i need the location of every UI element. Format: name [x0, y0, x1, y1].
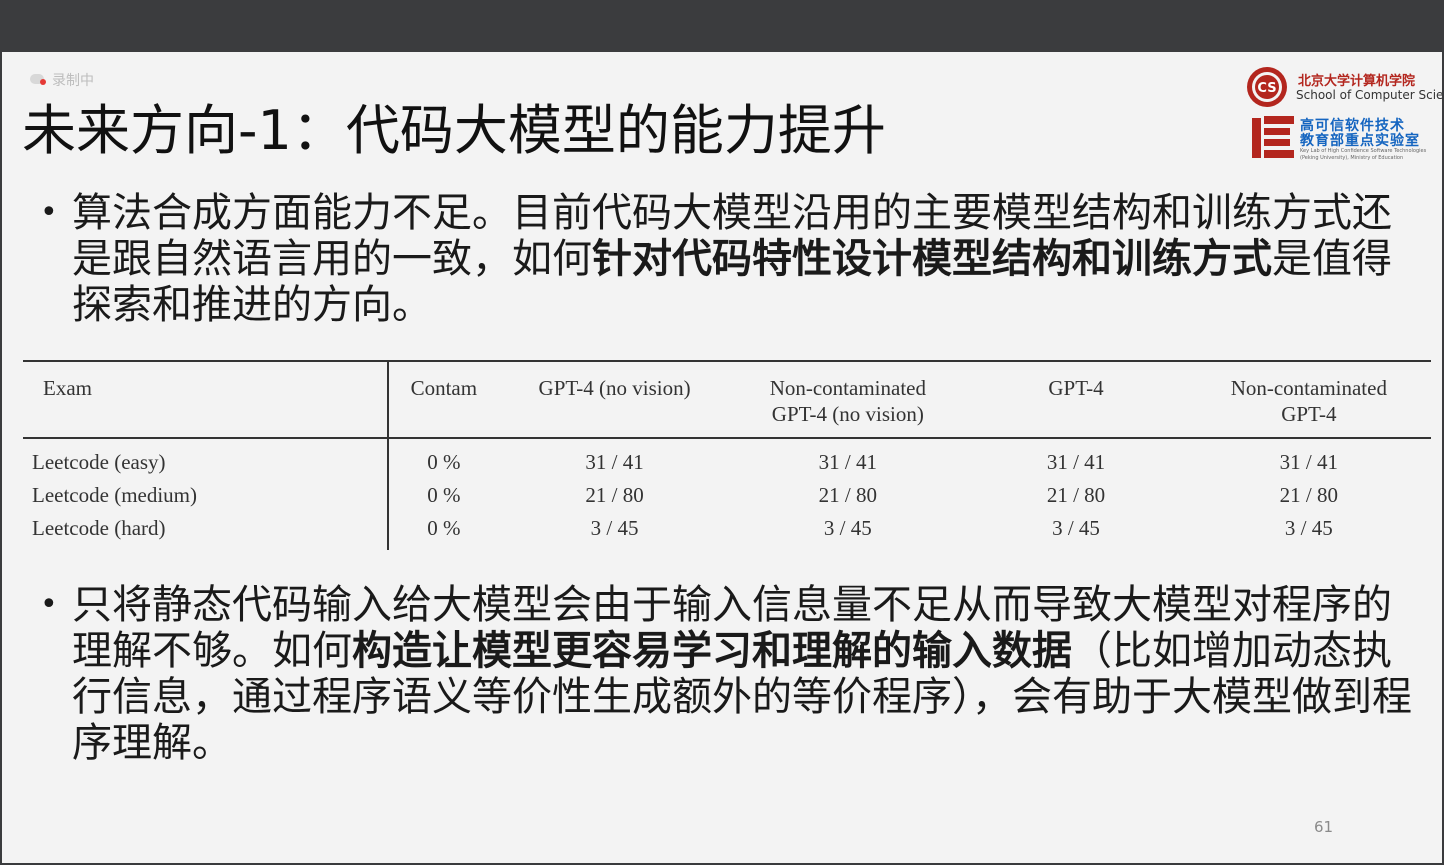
- table-row: Leetcode (hard) 0 % 3 / 45 3 / 45 3 / 45…: [23, 512, 1431, 550]
- slide-title: 未来方向-1：代码大模型的能力提升: [22, 99, 886, 162]
- header-gpt4: GPT-4: [965, 361, 1186, 438]
- slide: 录制中 未来方向-1：代码大模型的能力提升 CS 北京大学计算机学院 Schoo…: [2, 52, 1442, 863]
- table-cell: 21 / 80: [585, 483, 644, 507]
- table-cell: Leetcode (hard): [23, 512, 389, 550]
- table-cell: 31 / 41: [1279, 450, 1338, 474]
- lab-name-en-line1: Key Lab of High Confidence Software Tech…: [1300, 148, 1427, 154]
- table-cell: 3 / 45: [590, 516, 639, 540]
- bullet-text: 算法合成方面能力不足。目前代码大模型沿用的主要模型结构和训练方式还是跟自然语言用…: [72, 190, 1420, 328]
- institution-logos: CS 北京大学计算机学院 School of Computer Science …: [1246, 64, 1442, 164]
- table-cell: 21 / 80: [1279, 483, 1338, 507]
- bullet-text: 只将静态代码输入给大模型会由于输入信息量不足从而导致大模型对程序的理解不够。如何…: [72, 582, 1420, 766]
- header-line: GPT-4 (no vision): [538, 376, 691, 400]
- bullet-dot: •: [40, 587, 58, 622]
- header-line: GPT-4: [1281, 402, 1337, 426]
- table-cell: 3 / 45: [823, 516, 872, 540]
- header-noncontaminated-gpt4-no-vision: Non-contaminated GPT-4 (no vision): [730, 361, 965, 438]
- header-exam: Exam: [23, 361, 389, 438]
- pku-cs-logo-icon: CS: [1247, 67, 1287, 107]
- header-gpt4-no-vision: GPT-4 (no vision): [499, 361, 731, 438]
- lab-name-cn-line2: 教育部重点实验室: [1300, 133, 1420, 149]
- header-line: Non-contaminated: [1230, 376, 1387, 400]
- lab-logo-icon: [1252, 116, 1294, 158]
- table-cell: 21 / 80: [1046, 483, 1106, 507]
- table-cell: 31 / 41: [818, 450, 878, 474]
- header-line: GPT-4: [1048, 376, 1104, 400]
- table-cell: 21 / 80: [818, 483, 878, 507]
- header-line: Exam: [43, 376, 92, 400]
- table-cell: Leetcode (medium): [23, 479, 389, 512]
- page-number: 61: [1314, 818, 1334, 836]
- table-row: Leetcode (easy) 0 % 31 / 41 31 / 41 31 /…: [23, 438, 1431, 479]
- bullet-algorithm-synthesis: • 算法合成方面能力不足。目前代码大模型沿用的主要模型结构和训练方式还是跟自然语…: [40, 190, 1420, 328]
- header-contam: Contam: [388, 361, 499, 438]
- school-name-en: School of Computer Science: [1296, 88, 1442, 102]
- header-line: Contam: [410, 376, 478, 400]
- bullet-text-emphasis: 构造让模型更容易学习和理解的输入数据: [352, 628, 1072, 674]
- header-line: GPT-4 (no vision): [771, 402, 924, 426]
- table-cell: Leetcode (easy): [23, 438, 389, 479]
- table-cell: 3 / 45: [1284, 516, 1333, 540]
- header-noncontaminated-gpt4: Non-contaminated GPT-4: [1187, 361, 1431, 438]
- leetcode-results-table: Exam Contam GPT-4 (no vision) Non-contam…: [23, 360, 1431, 550]
- table-cell: 0 %: [427, 450, 461, 474]
- table-cell: 0 %: [427, 516, 461, 540]
- table-cell: 0 %: [427, 483, 461, 507]
- window-top-bar: [0, 0, 1444, 52]
- cs-logo-text: CS: [1257, 81, 1276, 96]
- school-name-cn: 北京大学计算机学院: [1298, 74, 1416, 89]
- bullet-dot: •: [40, 195, 58, 230]
- header-line: Non-contaminated: [769, 376, 926, 400]
- table-header-row: Exam Contam GPT-4 (no vision) Non-contam…: [23, 361, 1431, 438]
- bullet-input-data: • 只将静态代码输入给大模型会由于输入信息量不足从而导致大模型对程序的理解不够。…: [40, 582, 1420, 766]
- lab-name-en-line2: (Peking University), Ministry of Educati…: [1300, 155, 1404, 161]
- table-cell: 31 / 41: [1046, 450, 1106, 474]
- table-cell: 3 / 45: [1052, 516, 1100, 540]
- table-cell: 31 / 41: [585, 450, 644, 474]
- table-row: Leetcode (medium) 0 % 21 / 80 21 / 80 21…: [23, 479, 1431, 512]
- bullet-text-emphasis: 针对代码特性设计模型结构和训练方式: [592, 236, 1272, 282]
- recording-cloud-icon: [30, 74, 48, 86]
